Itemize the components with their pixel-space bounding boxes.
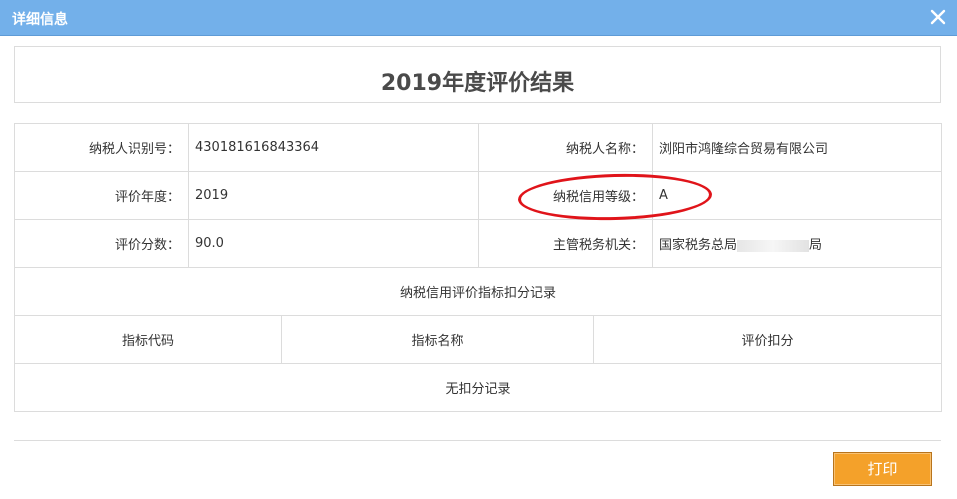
detail-dialog: 详细信息 2019年度评价结果 纳税人识别号： 430181616843364 …: [0, 0, 957, 499]
tax-authority-value: 国家税务总局 局: [652, 219, 942, 268]
deduction-empty-row: 无扣分记录: [13, 363, 943, 412]
column-header-name: 指标名称: [281, 315, 594, 364]
deduction-header-row: 指标代码 指标名称 评价扣分: [14, 315, 943, 364]
footer-divider: [14, 440, 941, 441]
evaluation-year-label: 评价年度：: [14, 171, 189, 220]
tax-authority-prefix: 国家税务总局: [659, 238, 738, 253]
tax-authority-suffix: 局: [809, 238, 823, 253]
info-row-rating: 评价年度： 2019 纳税信用等级： A: [14, 171, 942, 220]
tax-authority-label: 主管税务机关：: [478, 219, 653, 268]
dialog-title: 详细信息: [12, 12, 68, 28]
taxpayer-id-label: 纳税人识别号：: [14, 123, 189, 172]
credit-rating-label: 纳税信用等级：: [478, 171, 653, 220]
evaluation-score-label: 评价分数：: [14, 219, 189, 268]
taxpayer-name-value: 浏阳市鸿隆综合贸易有限公司: [652, 123, 942, 172]
no-deduction-records: 无扣分记录: [13, 363, 943, 412]
evaluation-score-value: 90.0: [188, 219, 479, 268]
deduction-section-title: 纳税信用评价指标扣分记录: [13, 267, 943, 316]
evaluation-year-value: 2019: [188, 171, 479, 220]
column-header-deduction: 评价扣分: [592, 315, 943, 364]
close-icon[interactable]: [929, 8, 947, 26]
heading-box: 2019年度评价结果: [14, 46, 941, 103]
info-row-taxpayer: 纳税人识别号： 430181616843364 纳税人名称： 浏阳市鸿隆综合贸易…: [14, 123, 942, 172]
redacted-text: [737, 239, 810, 252]
taxpayer-name-label: 纳税人名称：: [478, 123, 653, 172]
credit-rating-value: A: [652, 171, 942, 220]
deduction-records-table: 纳税信用评价指标扣分记录 指标代码 指标名称 评价扣分 无扣分记录: [13, 267, 943, 412]
taxpayer-id-value: 430181616843364: [188, 123, 479, 172]
dialog-titlebar: 详细信息: [0, 0, 957, 36]
taxpayer-info-table: 纳税人识别号： 430181616843364 纳税人名称： 浏阳市鸿隆综合贸易…: [14, 123, 942, 268]
column-header-code: 指标代码: [14, 315, 282, 364]
page-heading: 2019年度评价结果: [380, 71, 575, 96]
deduction-section-row: 纳税信用评价指标扣分记录: [13, 267, 943, 316]
info-row-score: 评价分数： 90.0 主管税务机关： 国家税务总局 局: [14, 219, 942, 268]
print-button[interactable]: 打印: [833, 452, 932, 486]
